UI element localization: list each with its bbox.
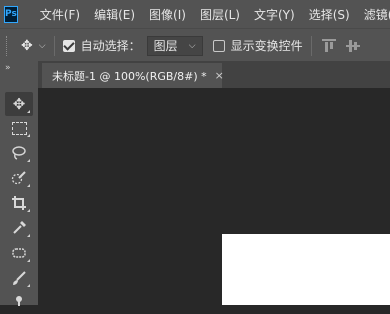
options-bar: ✥ ⌵ 自动选择： 图层 ⌵ 显示变换控件 [0, 28, 390, 62]
align-top-icon[interactable] [321, 38, 336, 53]
eyedropper-tool[interactable] [5, 216, 33, 240]
clone-stamp-tool[interactable] [5, 290, 33, 314]
healing-brush-tool[interactable] [5, 241, 33, 265]
move-icon: ✥ [12, 95, 26, 113]
document-canvas[interactable] [222, 234, 390, 305]
document-tab[interactable]: 未标题-1 @ 100%(RGB/8#) * × [42, 63, 224, 88]
menu-filter[interactable]: 滤镜(T) [364, 6, 390, 23]
menu-image[interactable]: 图像(I) [149, 6, 186, 23]
menu-bar: Ps 文件(F) 编辑(E) 图像(I) 图层(L) 文字(Y) 选择(S) 滤… [0, 0, 390, 28]
options-bar-grip[interactable] [6, 35, 9, 56]
auto-select-target-value: 图层 [153, 39, 178, 53]
brush-icon [13, 271, 26, 285]
quick-select-icon [11, 171, 26, 185]
collapse-toolbar-icon[interactable]: » [5, 63, 11, 73]
crop-icon [12, 196, 26, 210]
divider [53, 35, 55, 56]
divider [310, 35, 312, 56]
marquee-icon [11, 121, 27, 135]
auto-select-checkbox[interactable] [62, 39, 75, 52]
lasso-icon [12, 146, 26, 160]
menu-file[interactable]: 文件(F) [40, 6, 80, 23]
show-transform-checkbox[interactable] [212, 39, 225, 52]
menu-layer[interactable]: 图层(L) [200, 6, 240, 23]
menu-type[interactable]: 文字(Y) [254, 6, 295, 23]
quick-select-tool[interactable] [5, 166, 33, 190]
document-tab-title: 未标题-1 @ 100%(RGB/8#) * [52, 69, 207, 83]
marquee-tool[interactable] [5, 116, 33, 140]
chevron-down-icon: ⌵ [188, 40, 196, 51]
lasso-tool[interactable] [5, 141, 33, 165]
eyedropper-icon [13, 221, 26, 234]
menu-edit[interactable]: 编辑(E) [94, 6, 135, 23]
auto-select-label: 自动选择： [80, 39, 141, 53]
close-icon[interactable]: × [215, 69, 224, 82]
clone-stamp-icon [16, 296, 22, 306]
move-tool[interactable]: ✥ [5, 92, 33, 116]
brush-tool[interactable] [5, 266, 33, 290]
chevron-down-icon[interactable]: ⌵ [39, 41, 46, 51]
toolbar: » ✥ [0, 61, 38, 306]
menu-select[interactable]: 选择(S) [309, 6, 350, 23]
crop-tool[interactable] [5, 191, 33, 215]
align-vertical-center-icon[interactable] [345, 39, 360, 53]
document-tab-bar: 未标题-1 @ 100%(RGB/8#) * × [38, 61, 390, 88]
show-transform-label: 显示变换控件 [230, 39, 303, 53]
move-tool-preset-icon[interactable]: ✥ [21, 38, 33, 54]
photoshop-logo[interactable]: Ps [4, 5, 18, 23]
healing-brush-icon [12, 248, 26, 258]
auto-select-target-dropdown[interactable]: 图层 ⌵ [146, 35, 203, 56]
